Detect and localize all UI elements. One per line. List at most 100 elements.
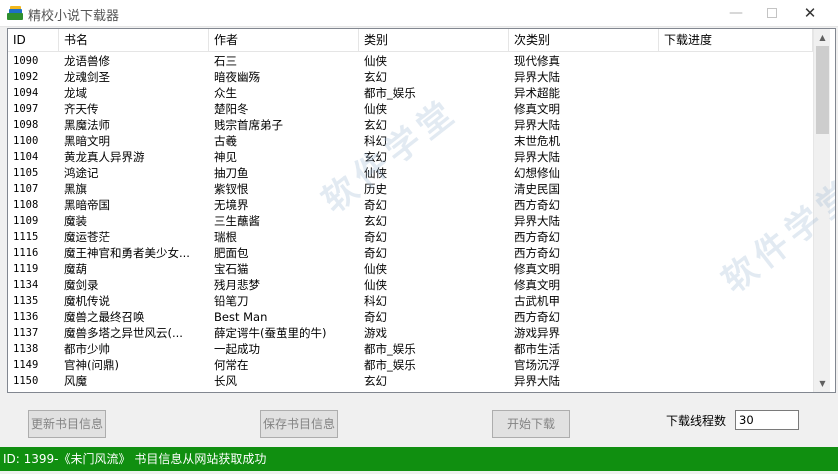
cell-category: 历史	[364, 182, 387, 196]
table-row[interactable]: 1092 龙魂剑圣 暗夜幽殇 玄幻 异界大陆	[8, 69, 813, 85]
cell-author: 抽刀鱼	[214, 166, 249, 180]
cell-id: 1097	[13, 103, 39, 115]
table-row[interactable]: 1149 官神(问鼎) 何常在 都市_娱乐 官场沉浮	[8, 357, 813, 373]
cell-author: 何常在	[214, 358, 249, 372]
table-row[interactable]: 1138 都市少帅 一起成功 都市_娱乐 都市生活	[8, 341, 813, 357]
cell-progress	[659, 357, 809, 373]
table-row[interactable]: 1094 龙域 众生 都市_娱乐 异术超能	[8, 85, 813, 101]
table-row[interactable]: 1100 黑暗文明 古羲 科幻 末世危机	[8, 133, 813, 149]
cell-author: 瑞根	[214, 230, 237, 244]
update-catalog-button[interactable]: 更新书目信息	[28, 410, 106, 438]
table-row[interactable]: 1150 风魔 长风 玄幻 异界大陆	[8, 373, 813, 389]
table-row[interactable]: 1097 齐天传 楚阳冬 仙侠 修真文明	[8, 101, 813, 117]
cell-author: 宝石猫	[214, 262, 249, 276]
table-row[interactable]: 1136 魔兽之最终召唤 Best Man 奇幻 西方奇幻	[8, 309, 813, 325]
table-row[interactable]: 1098 黑魔法师 贱宗首席弟子 玄幻 异界大陆	[8, 117, 813, 133]
cell-author: 残月悲梦	[214, 278, 260, 292]
cell-category: 玄幻	[364, 118, 387, 132]
cell-subcategory: 现代修真	[514, 54, 560, 68]
cell-subcategory: 西方奇幻	[514, 246, 560, 260]
column-header-id[interactable]: ID	[8, 29, 59, 52]
start-download-button[interactable]: 开始下载	[492, 410, 570, 438]
cell-author: 石三	[214, 54, 237, 68]
vertical-scrollbar[interactable]: ▲ ▼	[813, 29, 830, 392]
scrollbar-thumb[interactable]	[816, 46, 829, 134]
cell-author: 长风	[214, 374, 237, 388]
column-header-subcategory[interactable]: 次类别	[509, 29, 659, 52]
cell-author: 薛定谔牛(蚕茧里的牛)	[214, 326, 327, 340]
list-header: ID 书名 作者 类别 次类别 下载进度	[8, 29, 813, 52]
minimize-button[interactable]: —	[716, 0, 756, 27]
cell-title: 黑旗	[64, 182, 87, 196]
cell-title: 风魔	[64, 374, 87, 388]
table-row[interactable]: 1116 魔王神官和勇者美少女... 肥面包 奇幻 西方奇幻	[8, 245, 813, 261]
cell-id: 1137	[13, 327, 39, 339]
cell-progress	[659, 181, 809, 197]
table-row[interactable]: 1105 鸿途记 抽刀鱼 仙侠 幻想修仙	[8, 165, 813, 181]
cell-id: 1090	[13, 55, 39, 67]
cell-category: 仙侠	[364, 166, 387, 180]
table-row[interactable]: 1108 黑暗帝国 无境界 奇幻 西方奇幻	[8, 197, 813, 213]
cell-progress	[659, 117, 809, 133]
cell-id: 1109	[13, 215, 39, 227]
column-header-progress[interactable]: 下载进度	[659, 29, 813, 52]
cell-id: 1100	[13, 135, 39, 147]
cell-title: 都市少帅	[64, 342, 110, 356]
table-row[interactable]: 1090 龙语兽修 石三 仙侠 现代修真	[8, 53, 813, 69]
cell-subcategory: 异界大陆	[514, 214, 560, 228]
column-header-title[interactable]: 书名	[59, 29, 209, 52]
cell-title: 魔葫	[64, 262, 87, 276]
book-list[interactable]: ID 书名 作者 类别 次类别 下载进度 1090 龙语兽修 石三 仙侠 现代修真 109…	[7, 28, 836, 393]
thread-count-label: 下载线程数	[666, 414, 727, 428]
cell-subcategory: 官场沉浮	[514, 358, 560, 372]
maximize-button[interactable]	[752, 0, 792, 27]
thread-count-input[interactable]: 30	[735, 410, 799, 430]
cell-title: 黑暗帝国	[64, 198, 110, 212]
cell-id: 1092	[13, 71, 39, 83]
cell-subcategory: 古武机甲	[514, 294, 560, 308]
save-catalog-button[interactable]: 保存书目信息	[260, 410, 338, 438]
cell-category: 都市_娱乐	[364, 86, 416, 100]
table-row[interactable]: 1109 魔装 三生蘸酱 玄幻 异界大陆	[8, 213, 813, 229]
table-row[interactable]: 1119 魔葫 宝石猫 仙侠 修真文明	[8, 261, 813, 277]
table-row[interactable]: 1107 黑旗 紫钗恨 历史 清史民国	[8, 181, 813, 197]
cell-category: 仙侠	[364, 278, 387, 292]
table-row[interactable]: 1135 魔机传说 铅笔刀 科幻 古武机甲	[8, 293, 813, 309]
cell-category: 仙侠	[364, 54, 387, 68]
cell-author: 贱宗首席弟子	[214, 118, 283, 132]
table-row[interactable]: 1134 魔剑录 残月悲梦 仙侠 修真文明	[8, 277, 813, 293]
column-header-author[interactable]: 作者	[209, 29, 359, 52]
table-row[interactable]: 1137 魔兽多塔之异世风云(... 薛定谔牛(蚕茧里的牛) 游戏 游戏异界	[8, 325, 813, 341]
table-row[interactable]: 1115 魔运苍茫 瑞根 奇幻 西方奇幻	[8, 229, 813, 245]
cell-subcategory: 都市生活	[514, 342, 560, 356]
cell-category: 奇幻	[364, 198, 387, 212]
cell-title: 魔兽多塔之异世风云(...	[64, 326, 183, 340]
column-header-category[interactable]: 类别	[359, 29, 509, 52]
table-row[interactable]: 1104 黄龙真人异界游 神见 玄幻 异界大陆	[8, 149, 813, 165]
cell-id: 1094	[13, 87, 39, 99]
cell-title: 黑暗文明	[64, 134, 110, 148]
list-body: 1090 龙语兽修 石三 仙侠 现代修真 1092 龙魂剑圣 暗夜幽殇 玄幻 异界大陆 1094 龙域…	[8, 53, 813, 392]
cell-id: 1119	[13, 263, 39, 275]
cell-author: 紫钗恨	[214, 182, 249, 196]
cell-id: 1098	[13, 119, 39, 131]
cell-id: 1108	[13, 199, 39, 211]
cell-author: Best Man	[214, 310, 268, 324]
cell-category: 奇幻	[364, 310, 387, 324]
cell-category: 仙侠	[364, 262, 387, 276]
cell-author: 楚阳冬	[214, 102, 249, 116]
cell-category: 科幻	[364, 294, 387, 308]
cell-category: 仙侠	[364, 102, 387, 116]
cell-title: 黄龙真人异界游	[64, 150, 145, 164]
cell-author: 众生	[214, 86, 237, 100]
scroll-down-arrow-icon[interactable]: ▼	[814, 375, 831, 392]
cell-subcategory: 异界大陆	[514, 150, 560, 164]
scroll-up-arrow-icon[interactable]: ▲	[814, 29, 831, 46]
cell-title: 龙域	[64, 86, 87, 100]
cell-title: 黑魔法师	[64, 118, 110, 132]
cell-subcategory: 异界大陆	[514, 70, 560, 84]
title-bar: 精校小说下载器 — ✕	[0, 0, 838, 27]
cell-progress	[659, 325, 809, 341]
close-button[interactable]: ✕	[790, 0, 830, 27]
cell-category: 玄幻	[364, 214, 387, 228]
